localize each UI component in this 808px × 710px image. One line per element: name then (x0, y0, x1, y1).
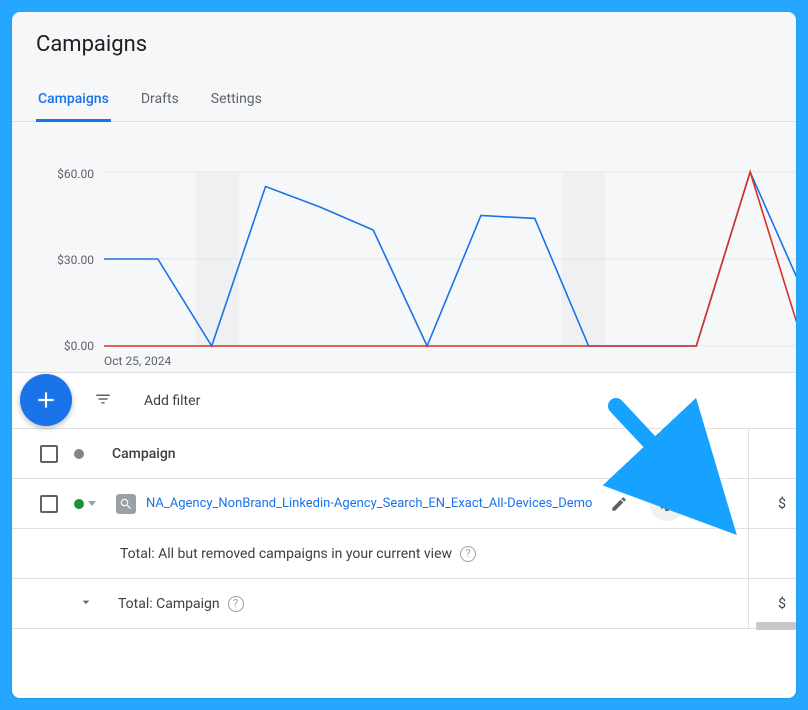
expand-total-button[interactable] (78, 594, 94, 614)
campaigns-window: Campaigns Campaigns Drafts Settings $60.… (12, 12, 796, 698)
y-tick-30: $30.00 (54, 253, 94, 267)
tabs: Campaigns Drafts Settings (12, 81, 796, 122)
page-title: Campaigns (12, 12, 796, 63)
status-dropdown-caret[interactable] (88, 501, 96, 506)
column-campaign[interactable]: Campaign (112, 446, 176, 462)
total-row-filtered: Total: All but removed campaigns in your… (12, 529, 796, 579)
gear-icon (658, 495, 676, 513)
performance-chart: $60.00 $30.00 $0.00 Oct 25, 2024 (12, 122, 796, 372)
pencil-icon (610, 495, 628, 513)
help-icon[interactable]: ? (228, 596, 244, 612)
y-tick-60: $60.00 (54, 167, 94, 181)
column-value (748, 429, 786, 478)
campaign-table: Add filter Campaign NA_Agency_NonBrand_L… (12, 372, 796, 698)
table-header-row: Campaign (12, 429, 796, 479)
total-filtered-value (748, 529, 786, 578)
tab-settings[interactable]: Settings (209, 81, 264, 122)
edit-button[interactable] (602, 487, 636, 521)
total-campaign-label: Total: Campaign (118, 596, 220, 612)
row-value: $ (748, 479, 786, 528)
settings-button[interactable] (650, 487, 684, 521)
plus-icon (33, 387, 59, 413)
row-actions (602, 487, 684, 521)
tab-campaigns[interactable]: Campaigns (36, 81, 111, 122)
chevron-down-icon (78, 594, 94, 610)
filter-bar: Add filter (12, 373, 796, 429)
campaign-name-link[interactable]: NA_Agency_NonBrand_Linkedin-Agency_Searc… (146, 496, 592, 511)
total-filtered-label: Total: All but removed campaigns in your… (120, 546, 452, 562)
chart-svg (104, 132, 796, 352)
row-checkbox[interactable] (40, 495, 58, 513)
tab-drafts[interactable]: Drafts (139, 81, 181, 122)
total-row-campaign: Total: Campaign ? $ (12, 579, 796, 629)
total-campaign-value: $ (748, 579, 786, 628)
help-icon[interactable]: ? (460, 546, 476, 562)
add-campaign-button[interactable] (20, 374, 72, 426)
select-all-checkbox[interactable] (40, 445, 58, 463)
add-filter-button[interactable]: Add filter (144, 393, 200, 409)
status-dot-enabled[interactable] (74, 499, 84, 509)
horizontal-scrollbar[interactable] (756, 622, 796, 630)
filter-icon[interactable] (94, 390, 112, 412)
campaign-type-search-icon (116, 494, 136, 514)
y-tick-0: $0.00 (54, 339, 94, 353)
status-dot-header (74, 449, 84, 459)
table-row: NA_Agency_NonBrand_Linkedin-Agency_Searc… (12, 479, 796, 529)
x-tick-date: Oct 25, 2024 (104, 354, 171, 368)
